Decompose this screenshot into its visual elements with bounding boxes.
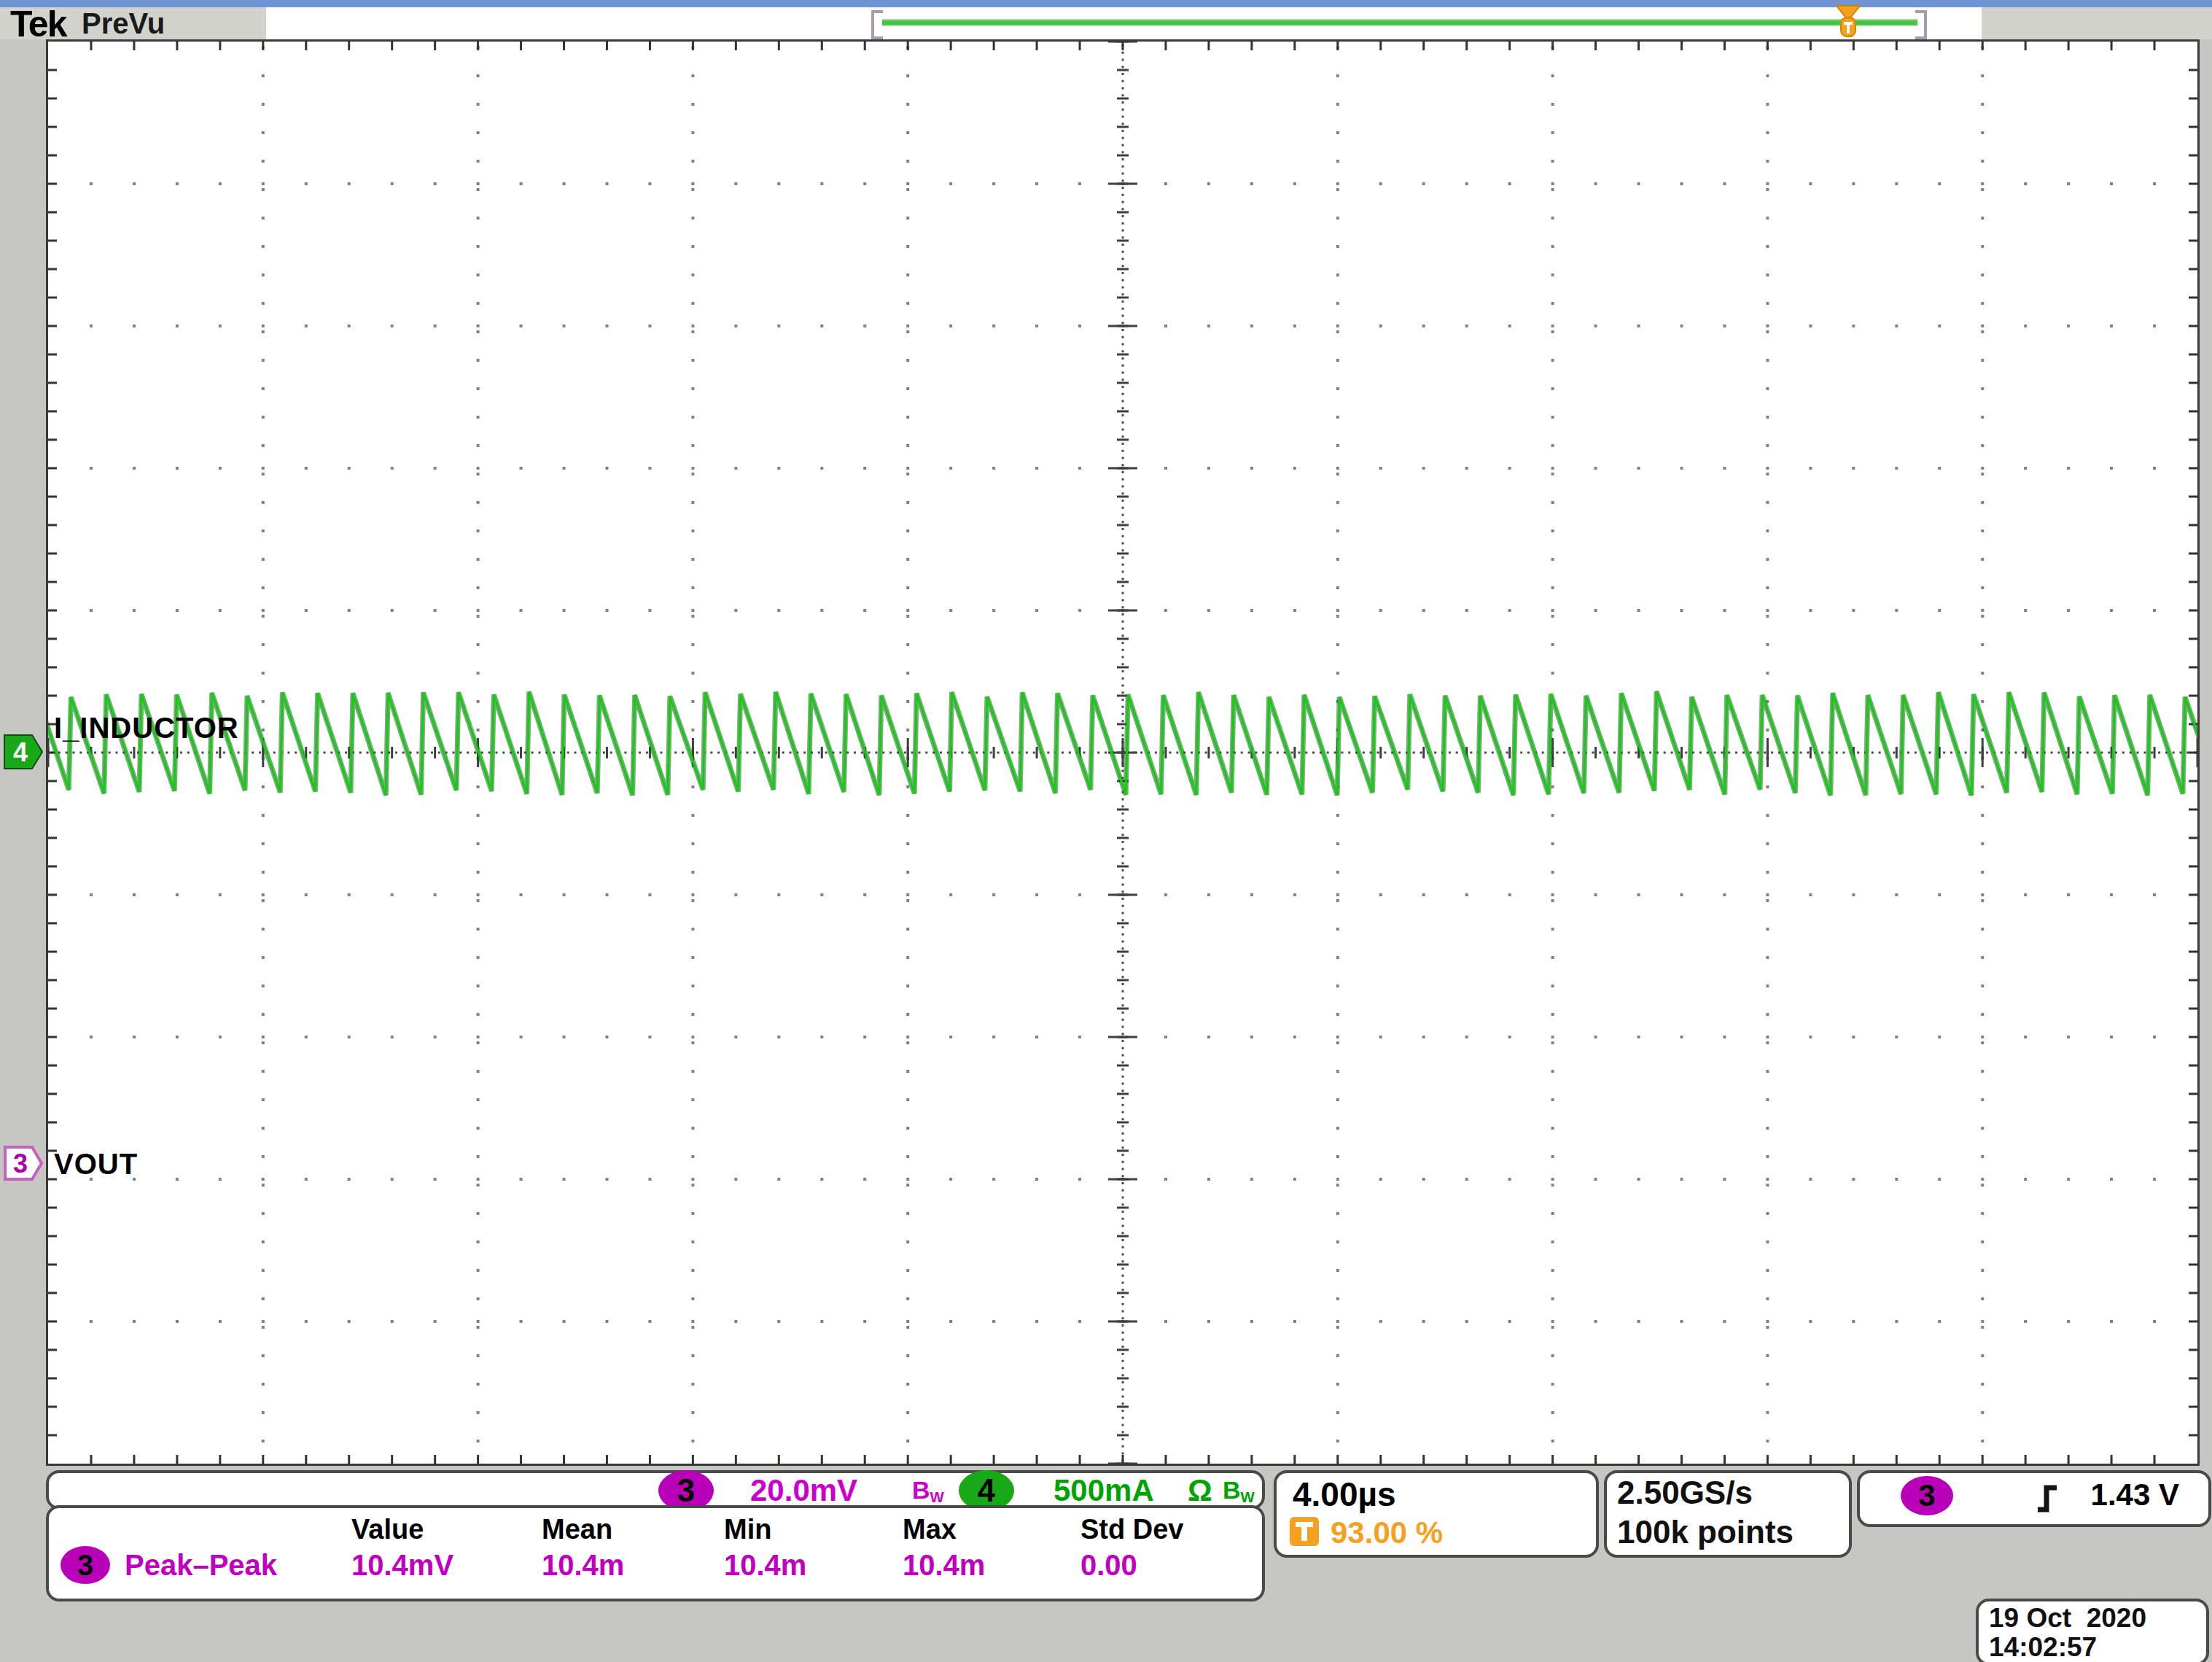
channel-4-coupling: Ω	[1188, 1473, 1212, 1508]
date-text: 19 Oct 2020	[1989, 1603, 2146, 1634]
meas-stddev: 0.00	[1080, 1549, 1137, 1582]
top-edge-bar	[0, 0, 2212, 7]
record-start-bracket	[871, 10, 883, 39]
rising-edge-icon	[2032, 1479, 2065, 1515]
time-text: 14:02:57	[1989, 1632, 2097, 1662]
meas-header-value: Value	[351, 1514, 424, 1545]
oscilloscope-screen: Tek PreVu 4 I_INDUCTOR 3 VOUT 3 20.0mV B…	[0, 0, 2212, 1662]
channel-3-label: VOUT	[54, 1148, 138, 1181]
channel-3-bandwidth-icon: BW	[912, 1476, 944, 1506]
channel-readout-box: 3 20.0mV BW 4 500mA Ω BW	[46, 1470, 1265, 1510]
graticule	[46, 39, 2200, 1466]
channel-4-label: I_INDUCTOR	[54, 712, 239, 745]
measurement-table: Value Mean Min Max Std Dev 3 Peak–Peak 1…	[46, 1505, 1265, 1601]
meas-value: 10.4mV	[351, 1549, 453, 1582]
channel-4-scale[interactable]: 500mA	[1054, 1473, 1154, 1508]
menu-bar: Tek PreVu	[0, 7, 2212, 39]
acquisition-preview-strip	[266, 7, 1982, 39]
trigger-source-badge[interactable]: 3	[1901, 1476, 1953, 1515]
meas-max: 10.4m	[903, 1549, 985, 1582]
trigger-position-percent[interactable]: 93.00 %	[1331, 1515, 1443, 1550]
sample-rate: 2.50GS/s	[1617, 1475, 1753, 1511]
record-length: 100k points	[1617, 1514, 1794, 1550]
meas-mean: 10.4m	[542, 1549, 624, 1582]
meas-min: 10.4m	[724, 1549, 806, 1582]
meas-header-max: Max	[903, 1514, 957, 1545]
channel-3-marker[interactable]: 3	[3, 1144, 45, 1182]
meas-header-stddev: Std Dev	[1080, 1514, 1183, 1545]
meas-name: Peak–Peak	[125, 1549, 277, 1582]
timebase-scale[interactable]: 4.00µs	[1293, 1475, 1396, 1514]
acquisition-box: 2.50GS/s 100k points	[1604, 1470, 1852, 1558]
channel-3-scale[interactable]: 20.0mV	[750, 1473, 857, 1508]
waveform-display	[48, 42, 2197, 1464]
channel-4-bandwidth-icon: BW	[1223, 1476, 1255, 1506]
trigger-position-pin-icon[interactable]	[1834, 4, 1863, 39]
acquisition-status: PreVu	[82, 7, 165, 40]
datetime-box: 19 Oct 2020 14:02:57	[1976, 1599, 2209, 1662]
record-window-line	[882, 20, 1917, 25]
channel-4-marker[interactable]: 4	[3, 733, 45, 771]
svg-text:4: 4	[13, 737, 28, 767]
trigger-position-icon	[1290, 1517, 1319, 1546]
trigger-box: 3 1.43 V	[1857, 1470, 2211, 1527]
meas-header-mean: Mean	[542, 1514, 612, 1545]
record-end-bracket	[1915, 10, 1927, 39]
timebase-box: 4.00µs 93.00 %	[1274, 1470, 1599, 1558]
svg-text:3: 3	[13, 1149, 28, 1178]
meas-source-badge: 3	[61, 1546, 110, 1584]
meas-header-min: Min	[724, 1514, 771, 1545]
trigger-level[interactable]: 1.43 V	[2091, 1477, 2179, 1513]
